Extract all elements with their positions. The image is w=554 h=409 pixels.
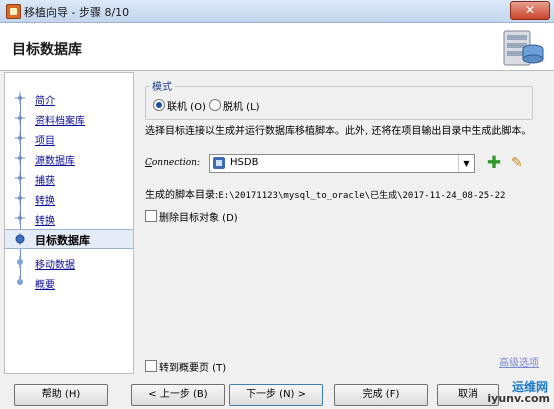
- drop-target-objects-label[interactable]: 删除目标对象 (D): [159, 209, 238, 224]
- online-radio-label[interactable]: 联机 (O): [167, 98, 206, 113]
- step-pending-icon: [17, 276, 23, 285]
- help-button[interactable]: 帮助 (H): [14, 384, 108, 406]
- window-close-button[interactable]: ✕: [510, 1, 550, 20]
- connection-value: HSDB: [230, 157, 259, 168]
- step-label: 概要: [35, 280, 55, 291]
- next-button[interactable]: 下一步 (N) >: [229, 384, 323, 406]
- goto-summary-label[interactable]: 转到概要页 (T): [159, 359, 226, 374]
- step-label: 源数据库: [35, 156, 75, 167]
- step-done-icon: [15, 152, 25, 164]
- step-label: 移动数据: [35, 260, 75, 271]
- step-capture[interactable]: 捕获: [5, 169, 133, 187]
- step-done-icon: [15, 212, 25, 224]
- step-label: 捕获: [35, 176, 55, 187]
- step-label: 资料档案库: [35, 116, 85, 127]
- step-done-icon: [15, 132, 25, 144]
- step-done-icon: [15, 172, 25, 184]
- script-directory-path: E:\20171123\mysql_to_oracle\已生成\2017-11-…: [218, 191, 506, 201]
- step-done-icon: [15, 112, 25, 124]
- edit-connection-icon[interactable]: ✎: [509, 155, 525, 171]
- step-move-data[interactable]: 移动数据: [5, 253, 133, 271]
- step-target-database[interactable]: 目标数据库: [5, 229, 133, 249]
- wizard-steps-panel: 简介 资料档案库 项目 源数据库 捕获 转换 转换 目标数据库 移动数据 概要: [4, 72, 134, 374]
- step-pending-icon: [17, 256, 23, 268]
- window-title: 移植向导 - 步骤 8/10: [24, 6, 130, 19]
- step-convert-2[interactable]: 转换: [5, 209, 133, 227]
- wizard-button-bar: 帮助 (H) < 上一步 (B) 下一步 (N) > 完成 (F) 取消 运维网…: [0, 376, 554, 409]
- connection-select[interactable]: HSDB ▼: [209, 154, 475, 173]
- step-label: 目标数据库: [35, 234, 90, 247]
- step-project[interactable]: 项目: [5, 129, 133, 147]
- script-directory: 生成的脚本目录:E:\20171123\mysql_to_oracle\已生成\…: [145, 186, 505, 201]
- page-title: 目标数据库: [12, 42, 82, 58]
- app-icon: [6, 4, 21, 19]
- window-titlebar: 移植向导 - 步骤 8/10 ✕: [0, 0, 554, 23]
- watermark-line2: iyunv.com: [487, 392, 550, 405]
- database-connection-icon: [213, 157, 225, 169]
- finish-button[interactable]: 完成 (F): [334, 384, 428, 406]
- watermark-logo: 运维网 iyunv.com: [452, 378, 552, 408]
- step-current-icon: [15, 233, 25, 245]
- step-label: 转换: [35, 216, 55, 227]
- step-label: 转换: [35, 196, 55, 207]
- target-database-panel: 模式 联机 (O) 脱机 (L) 选择目标连接以生成并运行数据库移植脚本。此外,…: [137, 72, 549, 374]
- online-radio[interactable]: [153, 99, 165, 111]
- wizard-header: 目标数据库: [0, 23, 554, 71]
- connection-label-rest: onnection:: [151, 158, 201, 168]
- step-source-database[interactable]: 源数据库: [5, 149, 133, 167]
- step-convert-1[interactable]: 转换: [5, 189, 133, 207]
- advanced-options-link[interactable]: 高级选项: [499, 354, 539, 369]
- chevron-down-icon[interactable]: ▼: [458, 155, 474, 172]
- database-graphic-icon: [503, 30, 544, 66]
- close-icon: ✕: [524, 3, 536, 17]
- add-connection-icon[interactable]: ✚: [486, 155, 502, 172]
- drop-target-objects-checkbox[interactable]: [145, 210, 157, 222]
- offline-radio[interactable]: [209, 99, 221, 111]
- connection-label-mnemonic: C: [145, 158, 152, 168]
- step-summary[interactable]: 概要: [5, 273, 133, 291]
- step-label: 简介: [35, 96, 55, 107]
- script-directory-label: 生成的脚本目录:: [145, 190, 219, 201]
- mode-legend: 模式: [149, 78, 175, 93]
- description-text: 选择目标连接以生成并运行数据库移植脚本。此外, 还将在项目输出目录中生成此脚本。: [145, 126, 532, 137]
- back-button[interactable]: < 上一步 (B): [131, 384, 225, 406]
- connection-label: Connection:: [145, 158, 200, 168]
- offline-radio-label[interactable]: 脱机 (L): [223, 98, 260, 113]
- step-label: 项目: [35, 136, 55, 147]
- step-intro[interactable]: 简介: [5, 89, 133, 107]
- step-done-icon: [15, 192, 25, 204]
- goto-summary-checkbox[interactable]: [145, 360, 157, 372]
- step-done-icon: [15, 92, 25, 104]
- step-repository[interactable]: 资料档案库: [5, 109, 133, 127]
